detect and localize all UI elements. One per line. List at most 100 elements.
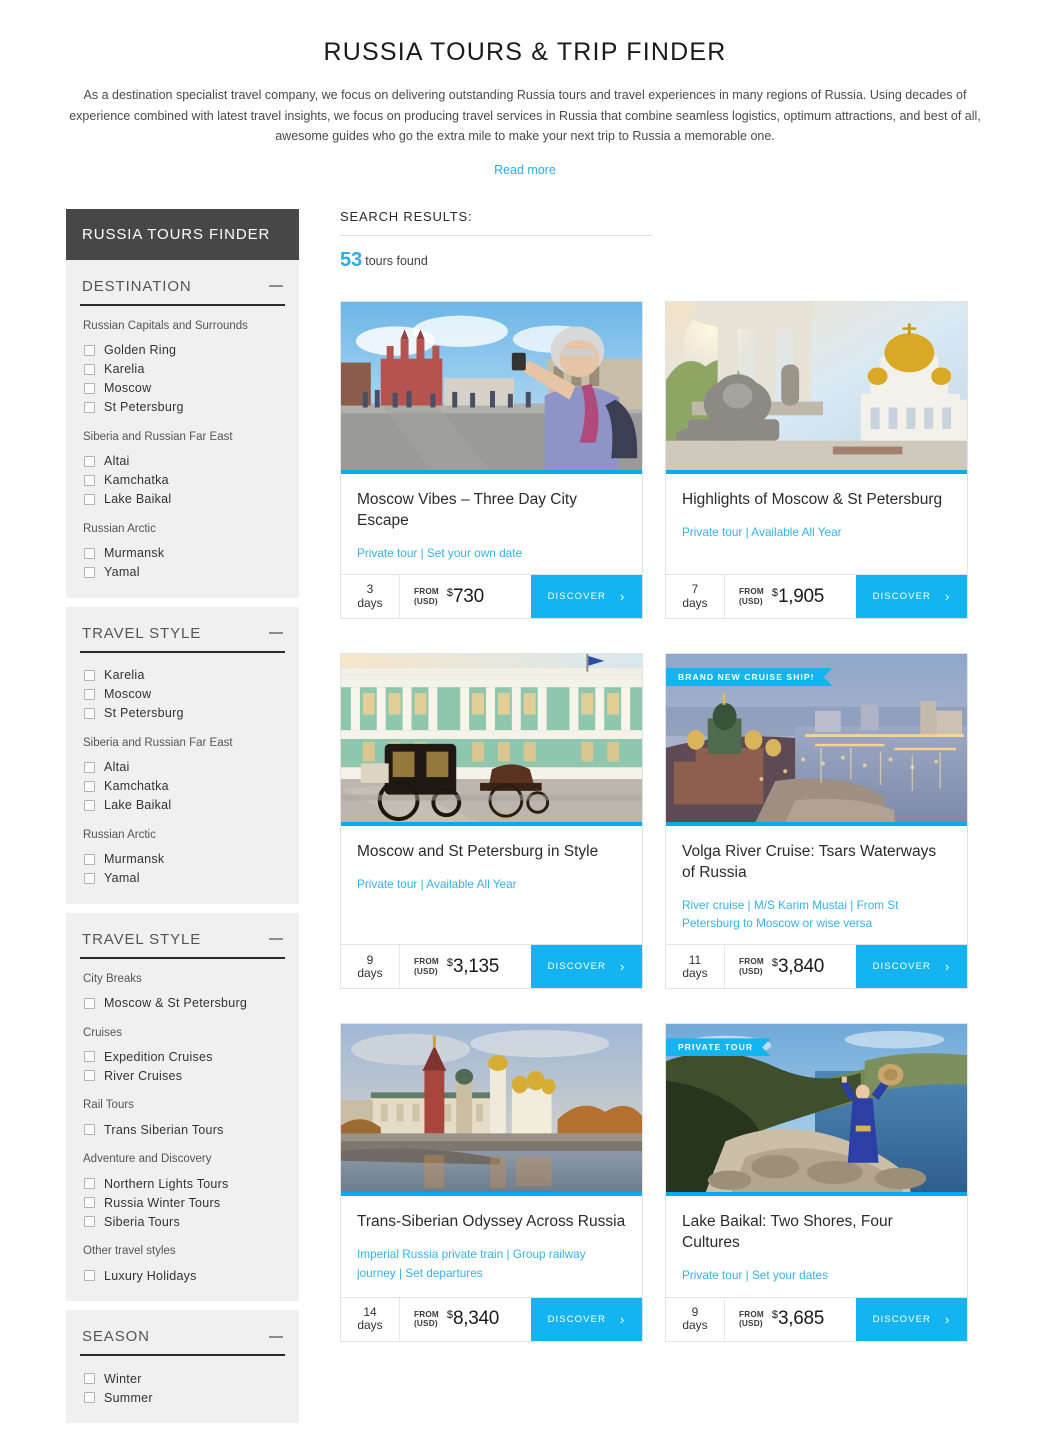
checkbox-icon[interactable] [84, 455, 95, 467]
filter-option[interactable]: Yamal [80, 869, 285, 888]
filter-option[interactable]: Lake Baikal [80, 796, 285, 815]
tour-price: $1,905 [772, 586, 824, 608]
tour-image[interactable] [341, 301, 642, 474]
tour-title[interactable]: Moscow Vibes – Three Day City Escape [357, 490, 626, 532]
checkbox-icon[interactable] [84, 474, 95, 486]
tour-price-block: FROM (USD) $3,135 [400, 945, 531, 988]
filter-option[interactable]: Kamchatka [80, 777, 285, 796]
checkbox-icon[interactable] [84, 1124, 95, 1136]
filter-option[interactable]: Siberia Tours [80, 1212, 285, 1231]
tour-title[interactable]: Moscow and St Petersburg in Style [357, 842, 626, 863]
tour-title[interactable]: Highlights of Moscow & St Petersburg [682, 490, 951, 511]
filter-option[interactable]: Murmansk [80, 544, 285, 563]
filter-option[interactable]: Moscow [80, 685, 285, 704]
filter-option[interactable]: Luxury Holidays [80, 1266, 285, 1285]
checkbox-icon[interactable] [84, 382, 95, 394]
tour-image[interactable] [341, 1024, 642, 1197]
checkbox-icon[interactable] [84, 566, 95, 578]
discover-button[interactable]: DISCOVER › [531, 1297, 642, 1341]
filter-option[interactable]: Kamchatka [80, 471, 285, 490]
tour-card[interactable]: Highlights of Moscow & St Petersburg Priv… [665, 300, 968, 619]
filter-option[interactable]: Karelia [80, 666, 285, 685]
checkbox-icon[interactable] [84, 761, 95, 773]
filter-option[interactable]: Expedition Cruises [80, 1047, 285, 1066]
checkbox-icon[interactable] [84, 493, 95, 505]
checkbox-icon[interactable] [84, 1051, 95, 1063]
checkbox-icon[interactable] [84, 363, 95, 375]
checkbox-icon[interactable] [84, 1270, 95, 1282]
tour-card[interactable]: Moscow and St Petersburg in Style Private… [340, 653, 643, 990]
price-from-line2: (USD) [414, 1319, 438, 1329]
tour-title[interactable]: Volga River Cruise: Tsars Waterways of R… [682, 842, 951, 884]
checkbox-icon[interactable] [84, 1197, 95, 1209]
checkbox-icon[interactable] [84, 401, 95, 413]
checkbox-icon[interactable] [84, 780, 95, 792]
filter-option[interactable]: Yamal [80, 563, 285, 582]
filter-option[interactable]: Moscow & St Petersburg [80, 994, 285, 1013]
tour-title[interactable]: Trans-Siberian Odyssey Across Russia [357, 1212, 626, 1233]
discover-button[interactable]: DISCOVER › [856, 945, 967, 989]
filter-option[interactable]: St Petersburg [80, 398, 285, 417]
checkbox-icon[interactable] [84, 688, 95, 700]
filter-option[interactable]: Karelia [80, 360, 285, 379]
price-amount: 1,905 [778, 585, 825, 607]
filter-option[interactable]: Murmansk [80, 850, 285, 869]
tour-card[interactable]: BRAND NEW CRUISE SHIP! Volga River Cruise… [665, 653, 968, 990]
filter-section-header[interactable]: DESTINATION [80, 276, 285, 306]
checkbox-icon[interactable] [84, 1070, 95, 1082]
checkbox-icon[interactable] [84, 1373, 95, 1385]
main-layout: RUSSIA TOURS FINDER DESTINATION Russian C… [0, 179, 1050, 1432]
discover-button[interactable]: DISCOVER › [531, 575, 642, 618]
checkbox-icon[interactable] [84, 707, 95, 719]
filter-option[interactable]: Altai [80, 758, 285, 777]
minus-icon[interactable] [269, 1335, 283, 1338]
minus-icon[interactable] [269, 632, 283, 635]
discover-button[interactable]: DISCOVER › [531, 945, 642, 989]
discover-button-label: DISCOVER [872, 1313, 931, 1325]
filter-option[interactable]: Trans Siberian Tours [80, 1120, 285, 1139]
tour-card[interactable]: Moscow Vibes – Three Day City Escape Priv… [340, 300, 643, 619]
price-from-label: FROM (USD) [739, 957, 764, 976]
filter-option[interactable]: Altai [80, 452, 285, 471]
read-more-link[interactable]: Read more [494, 163, 556, 177]
checkbox-icon[interactable] [84, 547, 95, 559]
checkbox-icon[interactable] [84, 997, 95, 1009]
tour-image[interactable] [666, 301, 967, 474]
filter-option[interactable]: Moscow [80, 379, 285, 398]
checkbox-icon[interactable] [84, 1216, 95, 1228]
checkbox-icon[interactable] [84, 853, 95, 865]
filter-option-label: Russia Winter Tours [104, 1195, 221, 1210]
filter-option[interactable]: Northern Lights Tours [80, 1174, 285, 1193]
price-from-label: FROM (USD) [414, 957, 439, 976]
checkbox-icon[interactable] [84, 799, 95, 811]
tour-image[interactable] [341, 654, 642, 826]
filter-section-header[interactable]: TRAVEL STYLE [80, 623, 285, 653]
filter-option[interactable]: Russia Winter Tours [80, 1193, 285, 1212]
page-header: RUSSIA TOURS & TRIP FINDER As a destinat… [0, 0, 1050, 179]
filter-section-header[interactable]: SEASON [80, 1326, 285, 1357]
minus-icon[interactable] [269, 285, 283, 288]
minus-icon[interactable] [269, 938, 283, 941]
tour-card[interactable]: Trans-Siberian Odyssey Across Russia Impe… [340, 1023, 643, 1342]
checkbox-icon[interactable] [84, 1392, 95, 1404]
tour-card[interactable]: PRIVATE TOUR Lake Baikal: Two Shores, Fou… [665, 1023, 968, 1342]
tour-image[interactable]: PRIVATE TOUR [666, 1024, 967, 1197]
discover-button[interactable]: DISCOVER › [856, 575, 967, 618]
filter-option[interactable]: St Petersburg [80, 704, 285, 723]
filter-option[interactable]: River Cruises [80, 1066, 285, 1085]
checkbox-icon[interactable] [84, 669, 95, 681]
filter-option[interactable]: Summer [80, 1388, 285, 1407]
discover-button[interactable]: DISCOVER › [856, 1297, 967, 1341]
filter-group-label: Russian Capitals and Surrounds [83, 319, 248, 332]
tour-title[interactable]: Lake Baikal: Two Shores, Four Cultures [682, 1212, 951, 1254]
tour-image[interactable]: BRAND NEW CRUISE SHIP! [666, 654, 967, 826]
checkbox-icon[interactable] [84, 872, 95, 884]
chevron-right-icon: › [619, 589, 626, 604]
checkbox-icon[interactable] [84, 344, 95, 356]
filter-option[interactable]: Lake Baikal [80, 490, 285, 509]
filter-option[interactable]: Golden Ring [80, 341, 285, 360]
checkbox-icon[interactable] [84, 1178, 95, 1190]
filter-option[interactable]: Winter [80, 1369, 285, 1388]
price-amount: 3,685 [778, 1308, 825, 1330]
filter-section-header[interactable]: TRAVEL STYLE [80, 929, 285, 959]
